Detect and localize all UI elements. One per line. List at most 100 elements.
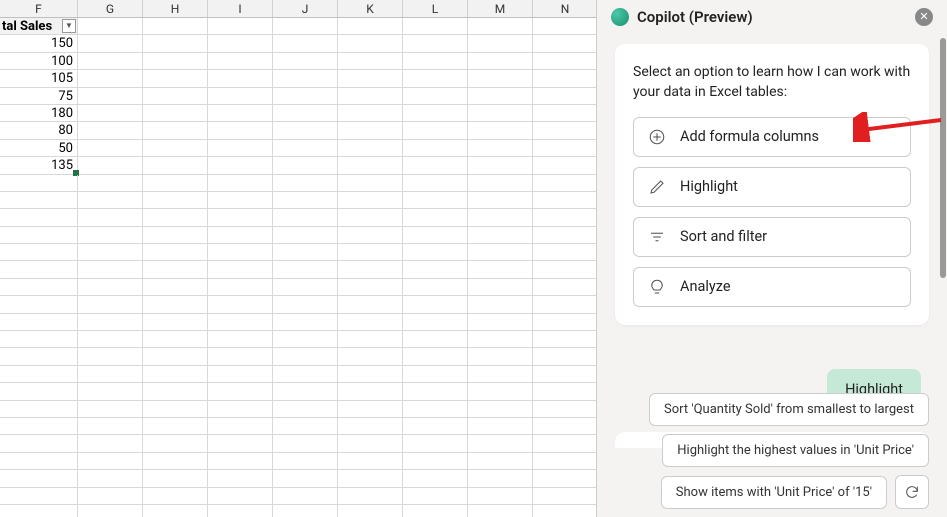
- column-header[interactable]: M: [468, 0, 533, 17]
- spreadsheet-grid[interactable]: FGHIJKLMN tal Sales▼15010010575180805013…: [0, 0, 597, 517]
- cell[interactable]: 105: [0, 70, 78, 86]
- cell[interactable]: [143, 227, 208, 243]
- cell[interactable]: [143, 314, 208, 330]
- cell[interactable]: [338, 192, 403, 208]
- cell[interactable]: [533, 157, 597, 173]
- cell[interactable]: [208, 314, 273, 330]
- cell[interactable]: [273, 505, 338, 517]
- cell[interactable]: [403, 18, 468, 34]
- cell[interactable]: 100: [0, 53, 78, 69]
- cell[interactable]: [533, 122, 597, 138]
- option-highlight[interactable]: Highlight: [633, 167, 911, 207]
- cell[interactable]: [468, 53, 533, 69]
- cell[interactable]: [0, 261, 78, 277]
- cell[interactable]: [78, 70, 143, 86]
- cell[interactable]: [403, 401, 468, 417]
- cell[interactable]: [273, 470, 338, 486]
- grid-body[interactable]: tal Sales▼150100105751808050135: [0, 18, 596, 517]
- cell[interactable]: [468, 192, 533, 208]
- cell[interactable]: [533, 70, 597, 86]
- cell[interactable]: [338, 418, 403, 434]
- cell[interactable]: [78, 418, 143, 434]
- cell[interactable]: [403, 88, 468, 104]
- cell[interactable]: [468, 140, 533, 156]
- scrollbar-thumb[interactable]: [940, 38, 946, 278]
- cell[interactable]: [468, 18, 533, 34]
- cell[interactable]: [273, 296, 338, 312]
- cell[interactable]: 75: [0, 88, 78, 104]
- cell[interactable]: [338, 470, 403, 486]
- cell[interactable]: [208, 35, 273, 51]
- cell[interactable]: [533, 105, 597, 121]
- cell[interactable]: [0, 331, 78, 347]
- option-add-formula-columns[interactable]: Add formula columns: [633, 117, 911, 157]
- cell[interactable]: [208, 175, 273, 191]
- cell[interactable]: [78, 453, 143, 469]
- cell[interactable]: [208, 209, 273, 225]
- cell[interactable]: [468, 296, 533, 312]
- cell[interactable]: [533, 366, 597, 382]
- cell[interactable]: [403, 105, 468, 121]
- cell[interactable]: [273, 453, 338, 469]
- cell[interactable]: [273, 348, 338, 364]
- cell[interactable]: [78, 383, 143, 399]
- cell[interactable]: [468, 331, 533, 347]
- cell[interactable]: [208, 140, 273, 156]
- cell[interactable]: [273, 383, 338, 399]
- cell[interactable]: [78, 53, 143, 69]
- cell[interactable]: [208, 261, 273, 277]
- cell[interactable]: [338, 157, 403, 173]
- cell[interactable]: [338, 435, 403, 451]
- cell[interactable]: [273, 175, 338, 191]
- cell[interactable]: [78, 122, 143, 138]
- cell[interactable]: [533, 192, 597, 208]
- cell[interactable]: [143, 488, 208, 504]
- cell[interactable]: [208, 70, 273, 86]
- cell[interactable]: [468, 88, 533, 104]
- cell[interactable]: [533, 296, 597, 312]
- cell[interactable]: [143, 105, 208, 121]
- cell[interactable]: [533, 88, 597, 104]
- cell[interactable]: [338, 227, 403, 243]
- cell[interactable]: [143, 192, 208, 208]
- cell[interactable]: [338, 35, 403, 51]
- cell[interactable]: [403, 70, 468, 86]
- cell[interactable]: [78, 88, 143, 104]
- cell[interactable]: [533, 279, 597, 295]
- cell[interactable]: [468, 244, 533, 260]
- cell[interactable]: [533, 488, 597, 504]
- cell[interactable]: [468, 105, 533, 121]
- cell[interactable]: [143, 35, 208, 51]
- cell[interactable]: [0, 505, 78, 517]
- column-header[interactable]: G: [78, 0, 143, 17]
- cell[interactable]: [78, 157, 143, 173]
- cell[interactable]: [78, 279, 143, 295]
- column-header[interactable]: N: [533, 0, 597, 17]
- cell[interactable]: [78, 105, 143, 121]
- close-button[interactable]: ✕: [915, 8, 933, 26]
- cell[interactable]: [208, 401, 273, 417]
- cell[interactable]: [0, 296, 78, 312]
- cell[interactable]: [403, 331, 468, 347]
- cell[interactable]: [338, 401, 403, 417]
- suggestion-show-unit-price-15[interactable]: Show items with 'Unit Price' of '15': [661, 476, 887, 509]
- cell[interactable]: [208, 348, 273, 364]
- cell[interactable]: [208, 157, 273, 173]
- column-header[interactable]: K: [338, 0, 403, 17]
- cell[interactable]: [468, 418, 533, 434]
- cell[interactable]: [78, 140, 143, 156]
- cell[interactable]: [78, 401, 143, 417]
- column-header[interactable]: F: [0, 0, 78, 17]
- cell[interactable]: [273, 122, 338, 138]
- cell[interactable]: [0, 470, 78, 486]
- cell[interactable]: [533, 435, 597, 451]
- cell[interactable]: [533, 453, 597, 469]
- cell[interactable]: [273, 140, 338, 156]
- cell[interactable]: [208, 244, 273, 260]
- cell[interactable]: [273, 418, 338, 434]
- cell[interactable]: [0, 488, 78, 504]
- cell[interactable]: [0, 279, 78, 295]
- cell[interactable]: [403, 348, 468, 364]
- cell[interactable]: [468, 35, 533, 51]
- cell[interactable]: [273, 35, 338, 51]
